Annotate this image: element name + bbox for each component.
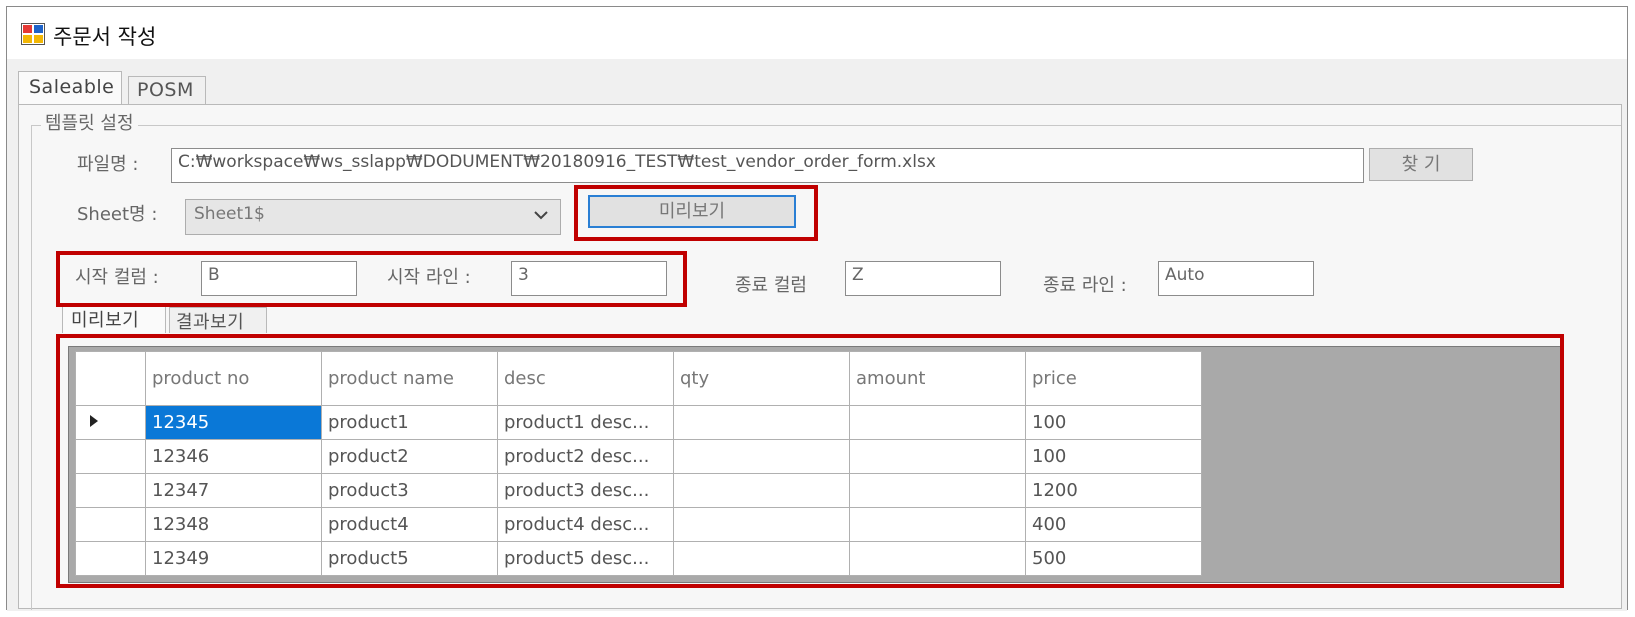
grid-cell[interactable] <box>849 439 1026 474</box>
data-grid-table: product no product name desc qty amount … <box>75 351 1202 576</box>
row-header[interactable] <box>75 473 146 508</box>
window-form-icon <box>21 23 45 45</box>
grid-cell[interactable] <box>673 405 850 440</box>
data-grid[interactable]: product no product name desc qty amount … <box>68 346 1562 583</box>
grid-cell[interactable]: product3 <box>321 473 498 508</box>
row-header[interactable] <box>75 541 146 576</box>
grid-cell[interactable]: 1200 <box>1025 473 1202 508</box>
sheet-select[interactable]: Sheet1$ <box>185 199 561 235</box>
start-line-label: 시작 라인 : <box>387 267 471 288</box>
grid-header-row: product no product name desc qty amount … <box>75 351 1202 406</box>
grid-cell[interactable] <box>849 507 1026 542</box>
file-path-input[interactable]: C:₩workspace₩ws_sslapp₩DODUMENT₩20180916… <box>171 148 1364 183</box>
start-line-input[interactable]: 3 <box>511 261 667 296</box>
table-row[interactable]: 12346 product2 product2 desc... 100 <box>75 439 1202 474</box>
row-pointer-icon <box>90 415 98 427</box>
end-column-label: 종료 컬럼 <box>735 275 807 296</box>
preview-button[interactable]: 미리보기 <box>588 195 796 228</box>
end-column-input[interactable]: Z <box>845 261 1001 296</box>
sheet-name-label: Sheet명 : <box>77 204 158 225</box>
table-row[interactable]: 12347 product3 product3 desc... 1200 <box>75 473 1202 508</box>
column-header[interactable]: desc <box>497 351 674 406</box>
grid-cell[interactable]: 12347 <box>145 473 322 508</box>
end-line-label: 종료 라인 : <box>1043 275 1127 296</box>
row-header-corner <box>75 351 146 406</box>
grid-cell[interactable]: product1 desc... <box>497 405 674 440</box>
grid-cell[interactable] <box>849 541 1026 576</box>
grid-cell[interactable] <box>673 439 850 474</box>
grid-cell[interactable]: product4 desc... <box>497 507 674 542</box>
grid-cell[interactable]: product2 <box>321 439 498 474</box>
column-header[interactable]: product name <box>321 351 498 406</box>
chevron-down-icon <box>534 211 548 220</box>
tab-posm[interactable]: POSM <box>128 76 206 105</box>
grid-cell[interactable] <box>673 507 850 542</box>
sheet-select-value: Sheet1$ <box>194 204 265 224</box>
grid-cell[interactable]: product5 <box>321 541 498 576</box>
grid-cell[interactable]: 12348 <box>145 507 322 542</box>
grid-cell[interactable]: 12346 <box>145 439 322 474</box>
grid-cell[interactable] <box>849 473 1026 508</box>
grid-cell[interactable] <box>673 473 850 508</box>
group-title: 템플릿 설정 <box>41 109 138 135</box>
title-bar: 주문서 작성 <box>7 7 1627 59</box>
tab-result[interactable]: 결과보기 <box>169 307 267 333</box>
file-name-label: 파일명 : <box>77 154 139 175</box>
grid-cell[interactable]: 12349 <box>145 541 322 576</box>
row-header[interactable] <box>75 507 146 542</box>
table-row[interactable]: 12349 product5 product5 desc... 500 <box>75 541 1202 576</box>
start-column-label: 시작 컬럼 : <box>75 267 159 288</box>
grid-cell[interactable]: 100 <box>1025 405 1202 440</box>
grid-cell[interactable] <box>849 405 1026 440</box>
tab-preview[interactable]: 미리보기 <box>62 303 166 333</box>
table-row[interactable]: 12348 product4 product4 desc... 400 <box>75 507 1202 542</box>
end-line-input[interactable]: Auto <box>1158 261 1314 296</box>
grid-cell[interactable]: 500 <box>1025 541 1202 576</box>
start-column-input[interactable]: B <box>201 261 357 296</box>
order-form-window: 주문서 작성 Saleable POSM 템플릿 설정 파일명 : C:₩wor… <box>6 6 1628 611</box>
window-title: 주문서 작성 <box>53 25 157 49</box>
grid-cell[interactable]: product3 desc... <box>497 473 674 508</box>
column-header[interactable]: amount <box>849 351 1026 406</box>
grid-cell[interactable]: 12345 <box>145 405 322 440</box>
column-header[interactable]: product no <box>145 351 322 406</box>
grid-cell[interactable]: 100 <box>1025 439 1202 474</box>
grid-cell[interactable]: product4 <box>321 507 498 542</box>
column-header[interactable]: price <box>1025 351 1202 406</box>
row-header[interactable] <box>75 439 146 474</box>
row-header[interactable] <box>75 405 146 440</box>
tab-saleable[interactable]: Saleable <box>18 71 122 105</box>
grid-cell[interactable]: product2 desc... <box>497 439 674 474</box>
grid-cell[interactable]: 400 <box>1025 507 1202 542</box>
grid-cell[interactable]: product1 <box>321 405 498 440</box>
table-row[interactable]: 12345 product1 product1 desc... 100 <box>75 405 1202 440</box>
column-header[interactable]: qty <box>673 351 850 406</box>
find-button[interactable]: 찾 기 <box>1369 148 1473 181</box>
grid-cell[interactable] <box>673 541 850 576</box>
grid-cell[interactable]: product5 desc... <box>497 541 674 576</box>
